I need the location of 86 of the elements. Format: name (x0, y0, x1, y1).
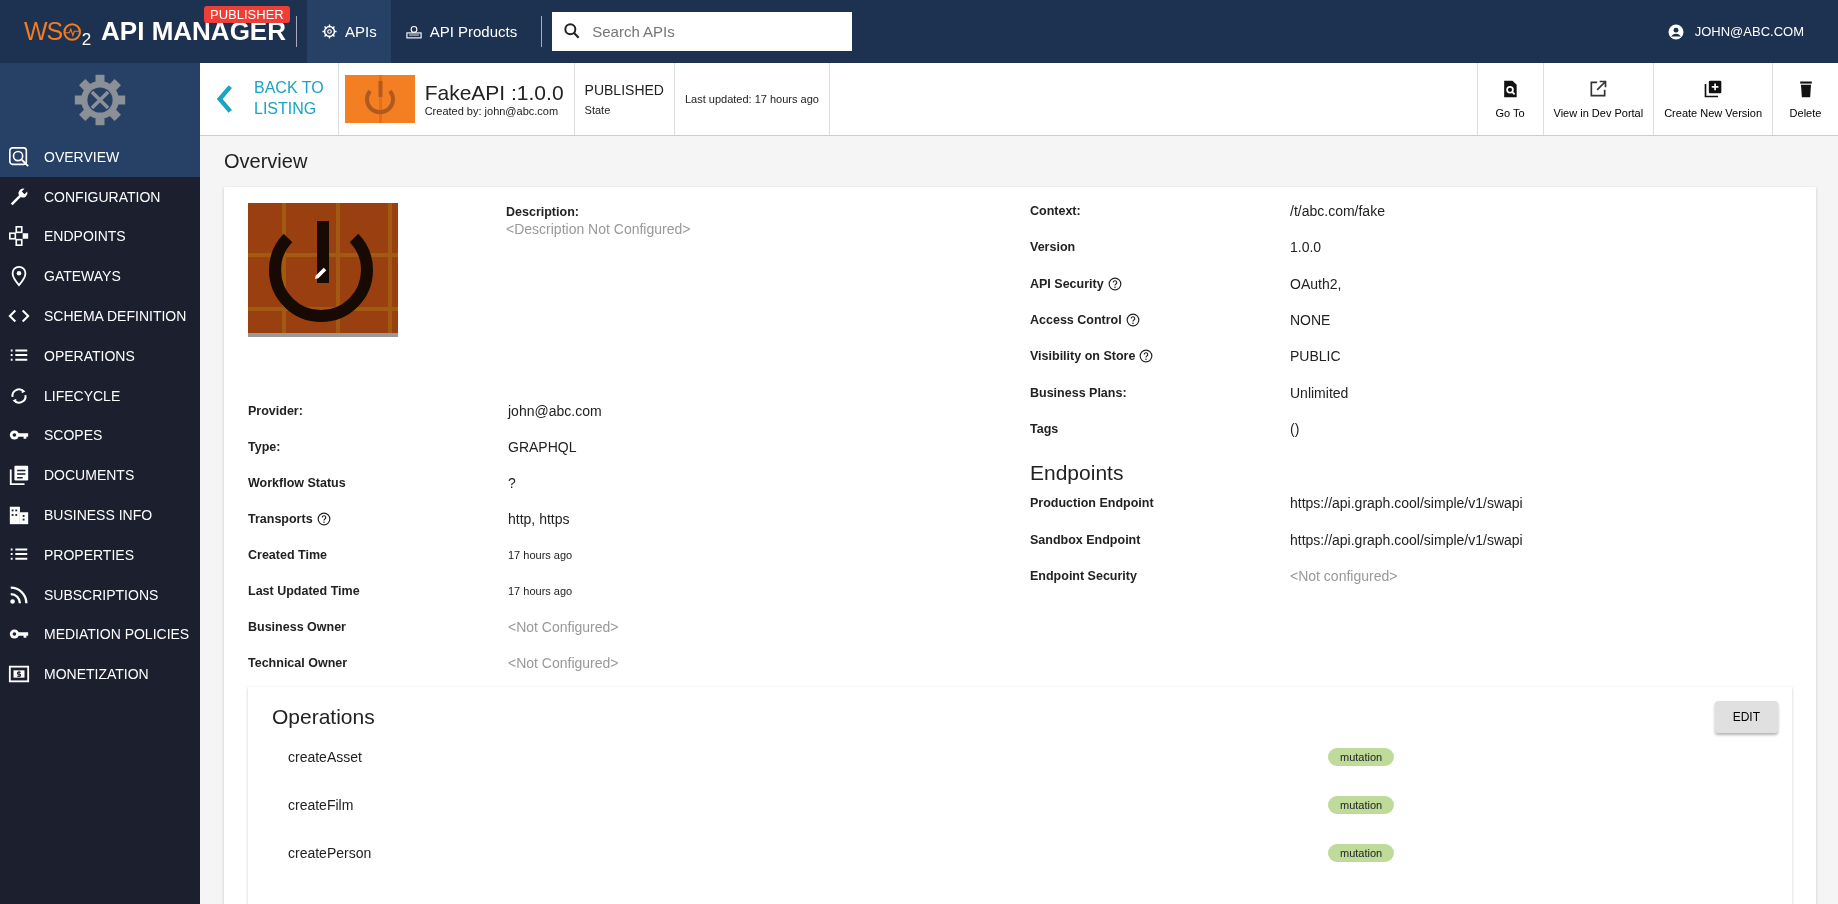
sidebar-item[interactable]: PROPERTIES (0, 534, 200, 575)
documents-icon (8, 464, 30, 487)
field-value: 17 hours ago (508, 585, 573, 597)
field-value: OAuth2, (1290, 275, 1342, 292)
gear-icon (321, 23, 338, 40)
field-label: Version (1030, 240, 1076, 255)
add-copy-icon (1703, 79, 1724, 99)
user-menu[interactable]: JOHN@ABC.COM (1666, 0, 1838, 63)
field-value: http, https (508, 511, 570, 527)
state-label: State (584, 104, 611, 116)
field-label: Business Plans: (1030, 385, 1127, 400)
operation-name: createPerson (288, 845, 373, 861)
search-icon (8, 145, 30, 168)
field-label: Visibility on Store (1030, 349, 1136, 364)
field-label: Access Control (1030, 313, 1122, 328)
field-label: API Security (1030, 276, 1104, 291)
sidebar-item[interactable]: OPERATIONS (0, 336, 200, 376)
chevron-left-icon (216, 84, 234, 114)
logo-subscript: 2 (81, 30, 92, 50)
state-value: PUBLISHED (584, 82, 664, 98)
field-label: Context: (1030, 204, 1081, 219)
field-value: GRAPHQL (508, 439, 577, 455)
field-label: Type: (248, 440, 281, 454)
sidebar-item[interactable]: DOCUMENTS (0, 455, 200, 496)
field-value: Unlimited (1290, 384, 1349, 401)
section-title: Endpoints (1030, 461, 1125, 486)
field-value: 17 hours ago (508, 549, 573, 561)
header-action-button[interactable]: View in Dev Portal (1542, 63, 1654, 135)
field-label: Transports (248, 512, 313, 526)
field-label: Last Updated Time (248, 584, 360, 598)
products-icon (404, 23, 423, 40)
edit-button[interactable]: EDIT (1714, 701, 1778, 733)
nav-tab[interactable]: APIs (307, 0, 391, 63)
field-label: Provider: (248, 404, 303, 418)
edit-icon[interactable] (313, 265, 329, 281)
account-icon (1666, 22, 1685, 41)
search-field[interactable]: Search APIs (552, 12, 853, 51)
sidebar-item[interactable]: CONFIGURATION (0, 176, 200, 217)
sidebar-item[interactable]: ENDPOINTS (0, 216, 200, 257)
field-label: Production Endpoint (1030, 496, 1154, 511)
building-icon (8, 504, 30, 527)
field-value: <Not configured> (1290, 567, 1398, 584)
field-value: ? (508, 475, 516, 491)
field-label: Description: (506, 205, 580, 219)
field-value: https://api.graph.cool/simple/v1/swapi (1290, 531, 1523, 548)
header-action-button[interactable]: Go To (1476, 63, 1543, 135)
operation-type-tag: mutation (1328, 796, 1395, 814)
network-icon (8, 225, 30, 248)
created-by-text: Created by: john@abc.com (424, 105, 560, 117)
sidebar-item[interactable]: BUSINESS INFO (0, 495, 200, 535)
field-label: Business Owner (248, 620, 346, 634)
api-name: FakeAPI :1.0.0 (424, 81, 564, 105)
external-link-icon (1588, 79, 1609, 99)
operation-type-tag: mutation (1328, 844, 1395, 862)
field-label: Workflow Status (248, 476, 346, 490)
field-value: john@abc.com (508, 403, 602, 419)
field-label: Tags (1030, 421, 1059, 436)
operation-name: createAsset (288, 749, 363, 765)
last-updated-text: Last updated: 17 hours ago (684, 93, 819, 105)
field-value: 1.0.0 (1290, 239, 1322, 256)
logo-text: WS (24, 17, 63, 46)
field-label: Created Time (248, 548, 327, 562)
field-value: PUBLIC (1290, 348, 1341, 365)
header-action-button[interactable]: Delete (1772, 63, 1838, 135)
sidebar-item[interactable]: MONETIZATION (0, 654, 200, 695)
field-label: Sandbox Endpoint (1030, 532, 1141, 547)
sidebar-item[interactable]: OVERVIEW (0, 137, 200, 177)
sidebar-item[interactable]: SCHEMA DEFINITION (0, 296, 200, 336)
settings-icon (73, 73, 127, 127)
field-value: https://api.graph.cool/simple/v1/swapi (1290, 495, 1523, 512)
section-title: Operations (272, 705, 375, 729)
field-label: Endpoint Security (1030, 568, 1137, 583)
operation-name: createFilm (288, 797, 355, 813)
field-label: Technical Owner (248, 656, 348, 670)
field-value: () (1290, 420, 1300, 437)
sidebar-item[interactable]: GATEWAYS (0, 256, 200, 297)
field-value: /t/abc.com/fake (1290, 203, 1385, 220)
header-action-button[interactable]: Create New Version (1653, 63, 1772, 135)
operation-type-tag: mutation (1328, 748, 1395, 766)
sidebar-item[interactable]: SCOPES (0, 415, 200, 456)
sidebar-item[interactable]: LIFECYCLE (0, 375, 200, 416)
field-value: NONE (1290, 312, 1331, 329)
nav-tab[interactable]: API Products (390, 0, 532, 63)
sidebar-item[interactable]: SUBSCRIPTIONS (0, 574, 200, 615)
page-title: Overview (224, 150, 309, 173)
sidebar-item[interactable]: MEDIATION POLICIES (0, 614, 200, 655)
